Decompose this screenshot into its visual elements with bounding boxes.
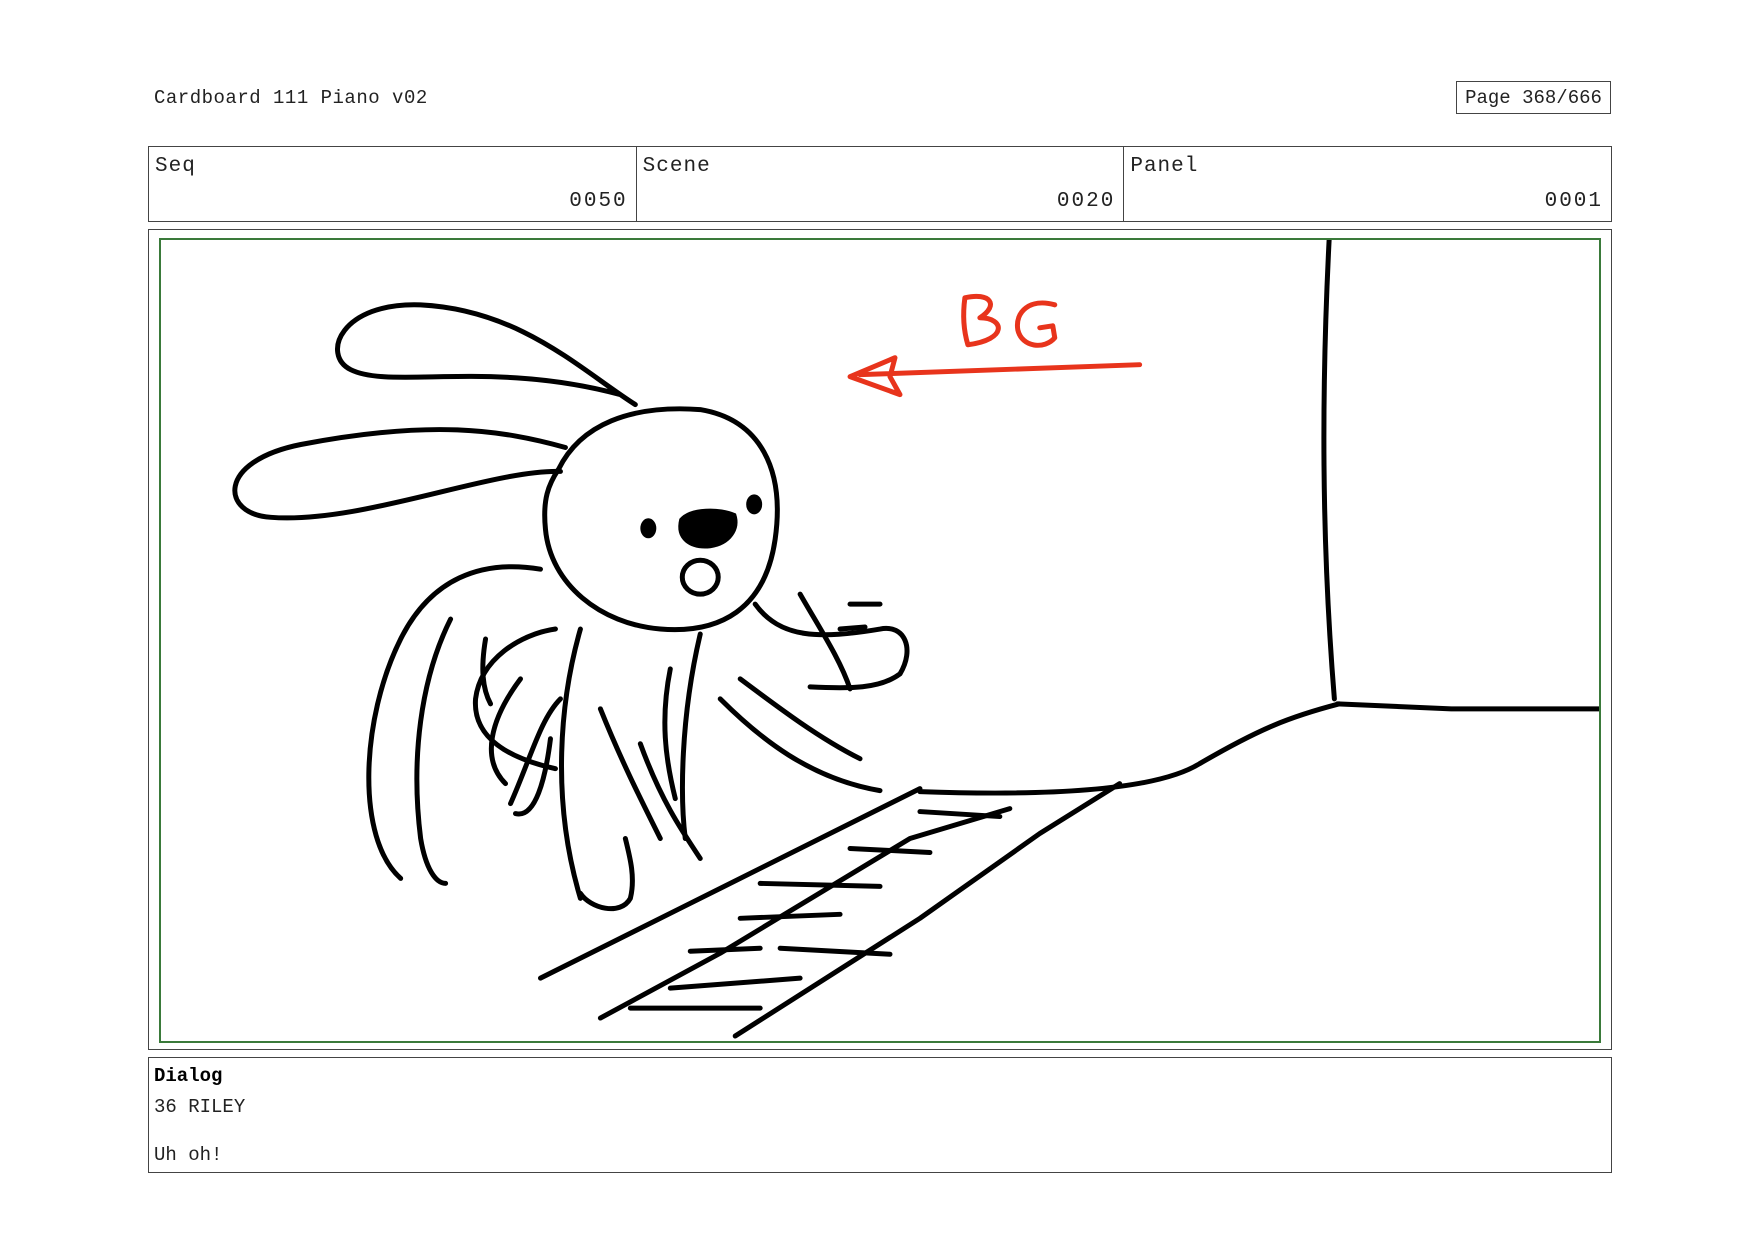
rabbit-body-right (680, 631, 703, 841)
seq-cell: Seq 0050 (149, 147, 637, 221)
piano-key (737, 911, 843, 921)
piano-key (847, 845, 933, 855)
storyboard-panel-frame (148, 229, 1612, 1050)
rabbit-hand-motion (717, 696, 883, 794)
scene-cell: Scene 0020 (637, 147, 1125, 221)
panel-cell: Panel 0001 (1124, 147, 1611, 221)
seq-label: Seq (155, 155, 196, 178)
rabbit-right-hand (837, 624, 868, 632)
rabbit-right-eye (746, 494, 763, 515)
rabbit-right-arm-motion (797, 591, 853, 692)
document-title: Cardboard 111 Piano v02 (154, 87, 428, 109)
rabbit-hand-motion (737, 676, 863, 762)
motion-line (637, 741, 703, 861)
piano-key (757, 880, 883, 889)
bg-letter-b (961, 293, 1001, 348)
rabbit-left-arm-motion (488, 676, 523, 787)
piano-key (917, 809, 1003, 820)
rabbit-mouth (679, 557, 721, 597)
rabbit-head (542, 406, 780, 633)
bg-arrow-shaft (857, 362, 1143, 378)
storyboard-sketch (232, 240, 1599, 1039)
rabbit-body-left (559, 626, 583, 901)
rabbit-back-ear (335, 302, 638, 408)
bg-annotation (847, 293, 1143, 398)
rabbit-tail-swoosh (414, 616, 454, 886)
rabbit-nose (678, 508, 738, 549)
rabbit-left-eye (640, 518, 657, 539)
wall-corner-line (1321, 240, 1337, 702)
dialog-box: Dialog 36 RILEY Uh oh! (148, 1057, 1612, 1173)
motion-line (508, 696, 563, 807)
floor-edge-line (917, 701, 1342, 796)
seq-value: 0050 (569, 190, 628, 213)
dialog-heading: Dialog (154, 1065, 223, 1087)
page-number: Page 368/666 (1456, 81, 1611, 114)
storyboard-safe-area (159, 238, 1601, 1043)
shot-info-row: Seq 0050 Scene 0020 Panel 0001 (148, 146, 1612, 222)
motion-line (662, 666, 678, 802)
wall-floor-line (1334, 701, 1599, 712)
scene-label: Scene (642, 155, 711, 178)
piano-key (667, 975, 803, 991)
bg-letter-g (1014, 300, 1058, 348)
dialog-speaker: 36 RILEY (154, 1096, 246, 1118)
panel-value: 0001 (1544, 190, 1604, 213)
rabbit-front-ear (232, 427, 568, 521)
dialog-line: Uh oh! (154, 1144, 223, 1166)
rabbit-tail-swoosh (366, 564, 543, 881)
rabbit-foot (577, 836, 635, 912)
scene-value: 0020 (1056, 190, 1116, 213)
piano-key (687, 945, 763, 954)
panel-label: Panel (1130, 155, 1199, 178)
